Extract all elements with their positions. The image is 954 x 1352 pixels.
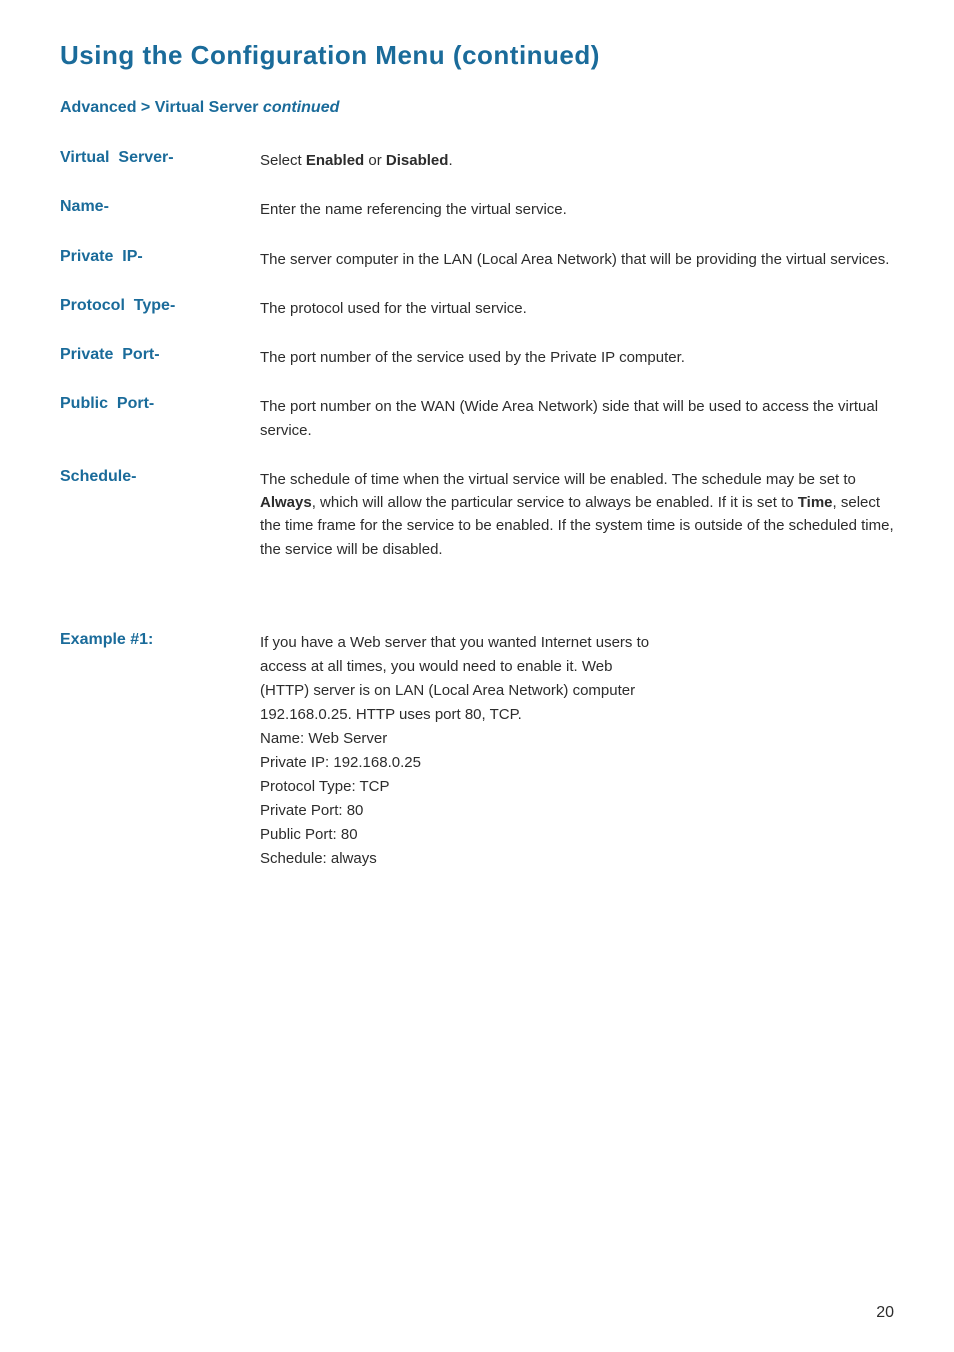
section-heading-prefix: Advanced > Virtual Server xyxy=(60,99,263,116)
table-row: Schedule- The schedule of time when the … xyxy=(60,458,894,577)
table-row: Public Port- The port number on the WAN … xyxy=(60,385,894,458)
section-heading-continued: continued xyxy=(263,99,339,116)
term-protocol-type: Protocol Type- xyxy=(60,287,260,336)
table-row: Virtual Server- Select Enabled or Disabl… xyxy=(60,139,894,188)
table-row-example: Example #1: If you have a Web server tha… xyxy=(60,603,894,887)
table-row: Protocol Type- The protocol used for the… xyxy=(60,287,894,336)
desc-private-port: The port number of the service used by t… xyxy=(260,336,894,385)
desc-example1: If you have a Web server that you wanted… xyxy=(260,603,894,887)
bold-always: Always xyxy=(260,494,312,511)
term-name: Name- xyxy=(60,188,260,237)
term-virtual-server: Virtual Server- xyxy=(60,139,260,188)
page-number: 20 xyxy=(876,1304,894,1322)
term-private-port: Private Port- xyxy=(60,336,260,385)
term-example1: Example #1: xyxy=(60,603,260,887)
desc-private-ip: The server computer in the LAN (Local Ar… xyxy=(260,238,894,287)
table-row: Private IP- The server computer in the L… xyxy=(60,238,894,287)
term-schedule: Schedule- xyxy=(60,458,260,577)
spacer-row xyxy=(60,577,894,603)
term-public-port: Public Port- xyxy=(60,385,260,458)
desc-schedule: The schedule of time when the virtual se… xyxy=(260,458,894,577)
bold-enabled: Enabled xyxy=(306,152,364,169)
table-row: Name- Enter the name referencing the vir… xyxy=(60,188,894,237)
definition-table: Virtual Server- Select Enabled or Disabl… xyxy=(60,139,894,887)
term-private-ip: Private IP- xyxy=(60,238,260,287)
bold-time: Time xyxy=(798,494,833,511)
desc-protocol-type: The protocol used for the virtual servic… xyxy=(260,287,894,336)
desc-public-port: The port number on the WAN (Wide Area Ne… xyxy=(260,385,894,458)
bold-disabled: Disabled xyxy=(386,152,449,169)
desc-name: Enter the name referencing the virtual s… xyxy=(260,188,894,237)
desc-virtual-server: Select Enabled or Disabled. xyxy=(260,139,894,188)
table-row: Private Port- The port number of the ser… xyxy=(60,336,894,385)
section-heading: Advanced > Virtual Server continued xyxy=(60,99,894,117)
page-title: Using the Configuration Menu (continued) xyxy=(60,40,894,71)
example-text: If you have a Web server that you wanted… xyxy=(260,631,894,871)
